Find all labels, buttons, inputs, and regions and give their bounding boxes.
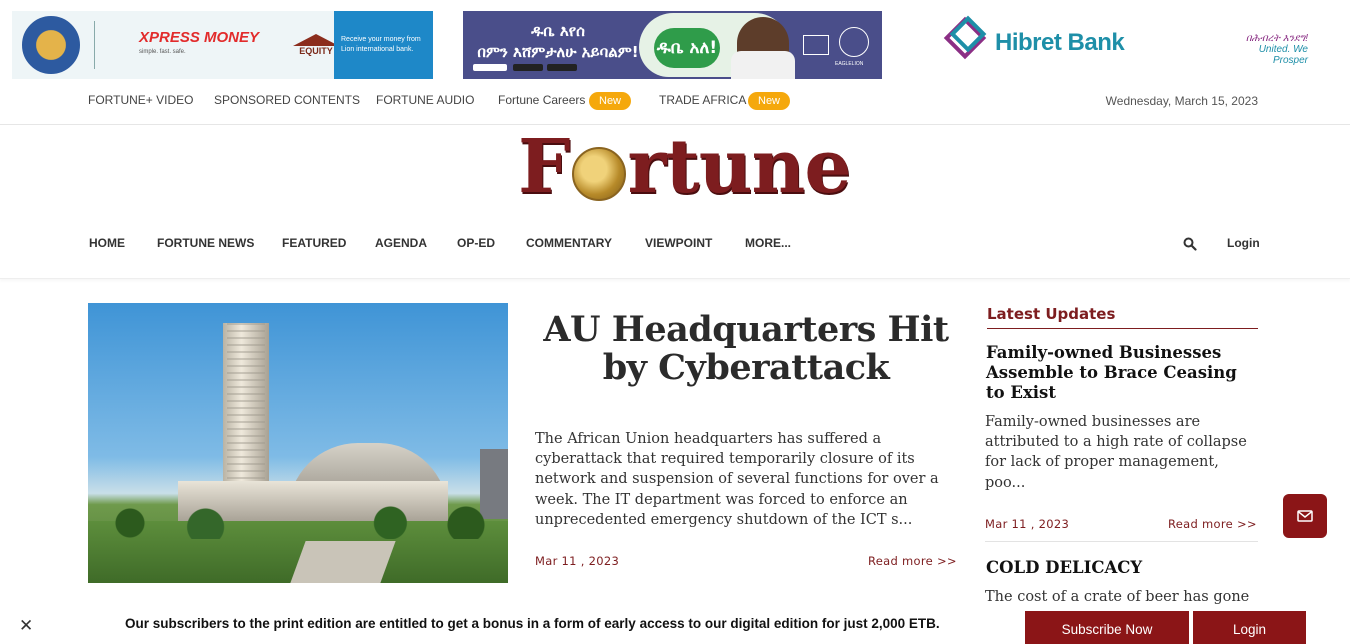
current-date: Wednesday, March 15, 2023 — [1105, 94, 1258, 108]
lion-bank-logo — [22, 16, 80, 74]
nav-op-ed[interactable]: OP-ED — [457, 236, 495, 250]
hero-read-more-link[interactable]: Read more >> — [868, 554, 957, 568]
ad-person-image — [731, 17, 795, 79]
hibret-bank-logo-icon — [943, 15, 988, 61]
hibret-slogan: በሕብረት እንደግ! United. We Prosper — [1245, 33, 1308, 66]
coin-logo-icon — [571, 147, 626, 201]
search-icon[interactable] — [1183, 237, 1197, 251]
subscribe-now-button[interactable]: Subscribe Now — [1025, 611, 1189, 644]
envelope-icon — [1297, 510, 1313, 522]
nav-more[interactable]: MORE... — [745, 236, 791, 250]
top-utility-bar: FORTUNE+ VIDEO SPONSORED CONTENTS FORTUN… — [0, 88, 1350, 114]
new-badge: New — [589, 92, 632, 110]
eaglelion-logo — [839, 27, 869, 57]
google-play-badge — [513, 64, 543, 71]
subscription-notice-text: Our subscribers to the print edition are… — [125, 616, 940, 631]
hero-article-image[interactable] — [88, 303, 508, 583]
topbar-link-sponsored[interactable]: SPONSORED CONTENTS — [214, 93, 360, 107]
newsletter-button[interactable] — [1283, 494, 1327, 538]
hero-article-title[interactable]: AU Headquarters Hit by Cyberattack — [528, 311, 964, 387]
equity-logo: EQUITY — [293, 34, 340, 56]
lion-bank-tagline: Receive your money from Lion internation… — [334, 11, 433, 79]
subscription-notice-bar: ✕ Our subscribers to the print edition a… — [0, 604, 1350, 644]
hibret-bank-name: Hibret Bank — [995, 29, 1125, 56]
nav-agenda[interactable]: AGENDA — [375, 236, 427, 250]
topbar-link-trade-africa[interactable]: TRADE AFRICA — [659, 93, 746, 107]
sidebar-article-title[interactable]: Family-owned Businesses Assemble to Brac… — [986, 343, 1258, 403]
latest-updates-heading: Latest Updates — [987, 305, 1116, 323]
dube-ad[interactable]: ዱቤ እየሰ በምን እሸምታለሁ አይባልም! ዱቤ አለ! EAGLELIO… — [463, 11, 882, 79]
topbar-link-audio[interactable]: FORTUNE AUDIO — [376, 93, 474, 107]
nav-home[interactable]: HOME — [89, 236, 125, 250]
site-logo[interactable]: F rtune — [518, 130, 851, 204]
hero-article-date: Mar 11 , 2023 — [535, 554, 620, 568]
nav-featured[interactable]: FEATURED — [282, 236, 346, 250]
sidebar-article-date: Mar 11 , 2023 — [985, 517, 1070, 531]
notice-login-button[interactable]: Login — [1193, 611, 1306, 644]
sidebar-read-more-link[interactable]: Read more >> — [1168, 517, 1257, 531]
topbar-link-video[interactable]: FORTUNE+ VIDEO — [88, 93, 193, 107]
dube-badge: ዱቤ አለ! — [654, 28, 720, 68]
xpress-money-logo: XPRESS MONEY simple. fast. safe. — [139, 29, 260, 55]
sidebar-article-title[interactable]: COLD DELICACY — [986, 558, 1258, 578]
nav-fortune-news[interactable]: FORTUNE NEWS — [157, 236, 254, 250]
main-navigation: HOME FORTUNE NEWS FEATURED AGENDA OP-ED … — [0, 209, 1350, 279]
dube-headline: ዱቤ እየሰ በምን እሸምታለሁ አይባልም! — [477, 22, 639, 61]
ad-banner-row: XPRESS MONEY simple. fast. safe. EQUITY … — [0, 11, 1350, 79]
hibret-bank-ad[interactable]: Hibret Bank በሕብረት እንደግ! United. We Prosp… — [940, 11, 1350, 79]
nav-commentary[interactable]: COMMENTARY — [526, 236, 612, 250]
lion-bank-ad[interactable]: XPRESS MONEY simple. fast. safe. EQUITY … — [12, 11, 433, 79]
sidebar-article-excerpt: Family-owned businesses are attributed t… — [985, 414, 1247, 491]
close-icon[interactable]: ✕ — [19, 616, 33, 636]
app-store-badge — [547, 64, 577, 71]
new-badge: New — [748, 92, 791, 110]
nav-viewpoint[interactable]: VIEWPOINT — [645, 236, 712, 250]
topbar-link-careers[interactable]: Fortune Careers — [498, 93, 585, 107]
nav-login-link[interactable]: Login — [1227, 236, 1260, 250]
hero-article-excerpt: The African Union headquarters has suffe… — [535, 431, 939, 528]
